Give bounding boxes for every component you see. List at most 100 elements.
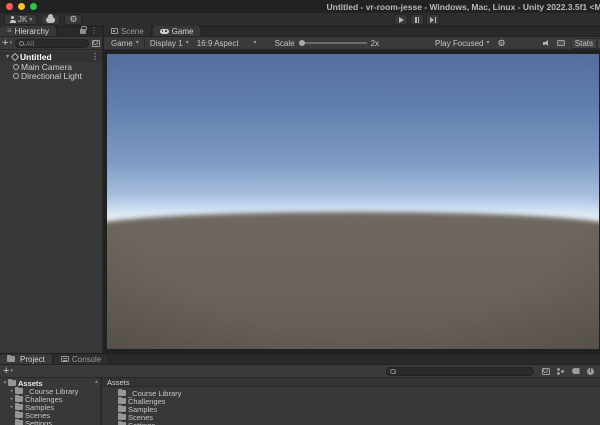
search-icon <box>390 369 395 374</box>
chevron-down-icon: ▾ <box>254 40 257 46</box>
search-placeholder: All <box>26 39 34 48</box>
tab-label: Scene <box>121 27 144 36</box>
account-button[interactable]: JK ▾ <box>4 14 37 25</box>
hierarchy-item-directional-light[interactable]: Directional Light <box>0 71 102 80</box>
search-by-label-button[interactable] <box>569 366 582 377</box>
dropdown-label: Display 1 <box>150 39 183 48</box>
breadcrumb: Assets <box>102 378 600 387</box>
main-toolbar: JK ▾ ⚙ <box>0 13 600 27</box>
folder-icon <box>118 398 126 404</box>
add-icon: + <box>2 37 8 49</box>
game-view-dropdown[interactable]: Game ▾ <box>107 37 143 50</box>
account-icon <box>9 16 16 23</box>
view-tabbar: Scene Game <box>104 27 600 37</box>
scene-options-icon[interactable]: ⋮ <box>91 53 99 61</box>
open-folder-icon <box>8 380 16 386</box>
scale-slider-knob[interactable] <box>299 40 305 46</box>
chevron-down-icon: ▾ <box>186 40 189 46</box>
chevron-down-icon: ▾ <box>487 40 490 46</box>
tab-console[interactable]: Console <box>54 354 109 364</box>
console-icon <box>61 356 69 362</box>
step-icon <box>430 17 434 23</box>
window-title: Untitled - vr-room-jesse - Windows, Mac,… <box>327 2 600 12</box>
scale-value: 2x <box>371 39 379 48</box>
tab-game[interactable]: Game <box>153 26 202 36</box>
play-focused-dropdown[interactable]: Play Focused ▾ <box>431 37 493 50</box>
game-viewport <box>104 50 600 354</box>
mute-audio-icon[interactable] <box>543 40 551 47</box>
search-by-type-button[interactable] <box>554 366 567 377</box>
project-tabbar: Project Console <box>0 354 600 365</box>
light-icon <box>13 73 19 79</box>
cloud-icon <box>46 17 55 23</box>
project-panel: Project Console + ▾ i <box>0 354 600 425</box>
hidden-packages-button[interactable]: i <box>584 366 597 377</box>
folder-icon <box>118 406 126 412</box>
asset-row[interactable]: _Course Library <box>118 389 600 397</box>
stats-label: Stats <box>575 39 593 48</box>
dropdown-label: 16:9 Aspect <box>197 39 239 48</box>
gear-icon: ⚙ <box>69 15 77 24</box>
close-window-button[interactable] <box>6 3 13 10</box>
tab-scene[interactable]: Scene <box>104 26 152 36</box>
asset-row[interactable]: Challenges <box>118 397 600 405</box>
scale-label: Scale <box>275 39 295 48</box>
zoom-window-button[interactable] <box>30 3 37 10</box>
folder-icon <box>15 388 23 394</box>
hierarchy-scene-row[interactable]: Untitled ⋮ <box>0 52 102 62</box>
game-panel: Scene Game Game ▾ Display 1 ▾ 16:9 Aspec… <box>104 27 600 354</box>
display-dropdown[interactable]: Display 1 ▾ <box>146 37 193 50</box>
hierarchy-tabbar: ≡ Hierarchy ⋮ <box>0 27 102 37</box>
lock-icon[interactable] <box>80 29 86 34</box>
dropdown-label: Game <box>111 39 133 48</box>
project-content: Assets _Course Library Challenges Sample… <box>0 378 600 425</box>
project-toolbar: + ▾ i <box>0 365 600 378</box>
tree-row[interactable]: Settings <box>0 419 100 425</box>
open-in-search-icon[interactable] <box>92 40 100 47</box>
scrollbar-up-icon[interactable]: ▲ <box>94 379 99 385</box>
asset-row[interactable]: Settings <box>118 421 600 425</box>
aspect-ratio-dropdown[interactable]: 16:9 Aspect ▾ <box>193 37 261 50</box>
cloud-services-button[interactable] <box>41 14 60 25</box>
project-folder-tree: Assets _Course Library Challenges Sample… <box>0 378 100 425</box>
play-button[interactable] <box>394 14 408 25</box>
dropdown-label: Play Focused <box>435 39 483 48</box>
search-by-type-icon <box>557 368 564 375</box>
step-button[interactable] <box>426 14 440 25</box>
open-in-search-button[interactable] <box>539 366 552 377</box>
panel-menu-icon[interactable]: ⋮ <box>90 27 98 35</box>
folder-icon <box>118 414 126 420</box>
folder-icon <box>7 356 15 362</box>
create-asset-button[interactable]: + ▾ <box>3 365 13 377</box>
scene-view-icon <box>111 28 118 34</box>
window-controls <box>6 3 37 10</box>
scale-slider[interactable] <box>299 42 367 44</box>
pause-icon <box>415 17 417 23</box>
unity-window: Untitled - vr-room-jesse - Windows, Mac,… <box>0 0 600 425</box>
tab-label: Project <box>20 355 45 364</box>
hierarchy-search-input[interactable]: All <box>15 39 89 48</box>
folder-icon <box>15 396 23 402</box>
tab-label: Console <box>72 355 101 364</box>
project-search-input[interactable] <box>386 367 534 376</box>
capture-gear-icon[interactable]: ⚙ <box>498 39 506 48</box>
asset-row[interactable]: Samples <box>118 405 600 413</box>
vsync-monitor-icon[interactable] <box>557 40 565 46</box>
tab-hierarchy[interactable]: ≡ Hierarchy <box>0 26 57 36</box>
add-icon: + <box>3 365 9 377</box>
vignette <box>107 54 599 349</box>
tab-project[interactable]: Project <box>0 354 53 364</box>
chevron-down-icon: ▾ <box>136 40 139 46</box>
hierarchy-icon: ≡ <box>7 27 12 35</box>
stats-button[interactable]: Stats <box>571 38 597 49</box>
hierarchy-panel: ≡ Hierarchy ⋮ + ▾ All Untitled <box>0 27 102 354</box>
search-by-label-icon <box>572 368 580 374</box>
chevron-down-icon: ▾ <box>10 369 13 374</box>
asset-row[interactable]: Scenes <box>118 413 600 421</box>
pause-button[interactable] <box>410 14 424 25</box>
info-icon: i <box>587 368 594 375</box>
create-object-button[interactable]: + ▾ <box>2 37 12 49</box>
settings-button[interactable]: ⚙ <box>64 14 82 25</box>
object-label: Directional Light <box>21 71 82 81</box>
minimize-window-button[interactable] <box>18 3 25 10</box>
